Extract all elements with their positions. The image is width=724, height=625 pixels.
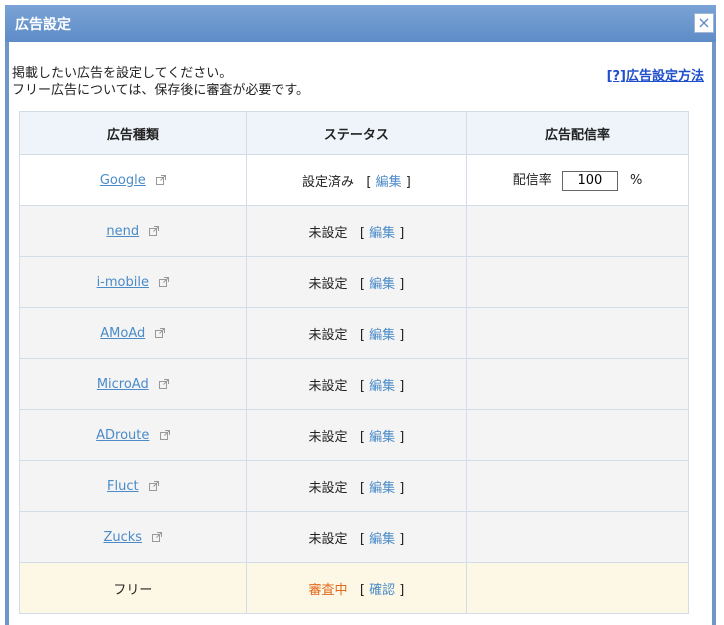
intro-text: 掲載したい広告を設定してください。 フリー広告については、保存後に審査が必要です… [12,65,309,99]
status-text: 未設定 [308,531,348,547]
ad-name-cell: nend [19,205,247,257]
ad-name-cell: ADroute [19,409,247,461]
ad-name-cell: i-mobile [19,256,247,308]
status-cell: 設定済み [ 編集 ] [245,154,468,206]
ad-link-nend[interactable]: nend [106,224,139,239]
edit-button[interactable]: 編集 [369,226,395,241]
dialog-titlebar: 広告設定 × [5,5,716,42]
close-button[interactable]: × [694,13,714,33]
status-text: 未設定 [308,276,348,292]
table-row: AMoAd 未設定 [ 編集 ] [19,307,689,359]
external-link-icon [148,481,159,491]
table-row: nend 未設定 [ 編集 ] [19,205,689,257]
status-text: 設定済み [301,174,354,190]
ad-link-zucks[interactable]: Zucks [103,530,142,545]
external-link-icon [152,532,163,542]
ad-link-i-mobile[interactable]: i-mobile [97,275,149,290]
status-text: 未設定 [308,480,348,496]
ad-settings-dialog: 広告設定 × 掲載したい広告を設定してください。 フリー広告については、保存後に… [5,5,716,625]
edit-button[interactable]: 編集 [369,379,395,394]
edit-button[interactable]: 編集 [369,328,395,343]
edit-button[interactable]: 編集 [369,481,395,496]
ad-link-google[interactable]: Google [100,173,146,188]
rate-cell [466,307,689,359]
table-row: MicroAd 未設定 [ 編集 ] [19,358,689,410]
edit-button[interactable]: 編集 [369,532,395,547]
edit-button[interactable]: 編集 [376,175,402,190]
dialog-title: 広告設定 [15,17,71,33]
ad-name-cell: MicroAd [19,358,247,410]
ad-name-cell: Fluct [19,460,247,512]
status-cell: 未設定 [ 編集 ] [245,358,468,410]
status-cell: 未設定 [ 編集 ] [245,205,468,257]
table-row: ADroute 未設定 [ 編集 ] [19,409,689,461]
ad-name-free: フリー [113,582,153,598]
rate-cell [466,358,689,410]
header-delivery-rate: 広告配信率 [466,111,689,155]
rate-cell [466,205,689,257]
ad-link-microad[interactable]: MicroAd [97,377,149,392]
rate-unit: % [630,173,643,189]
header-status: ステータス [245,111,468,155]
external-link-icon [149,226,160,236]
external-link-icon [155,328,166,338]
ad-link-fluct[interactable]: Fluct [107,479,139,494]
table-row: Fluct 未設定 [ 編集 ] [19,460,689,512]
status-cell: 未設定 [ 編集 ] [245,307,468,359]
rate-cell [466,511,689,563]
rate-cell [466,256,689,308]
external-link-icon [159,277,170,287]
rate-cell: 配信率 % [466,154,689,206]
status-cell: 未設定 [ 編集 ] [245,256,468,308]
table-row: Google 設定済み [ 編集 ] 配信率 % [19,154,689,206]
external-link-icon [155,175,166,185]
edit-button[interactable]: 編集 [369,277,395,292]
status-cell: 審査中 [ 確認 ] [245,562,468,614]
confirm-button[interactable]: 確認 [369,583,395,598]
rate-input[interactable] [561,170,618,191]
ad-name-cell: フリー [19,562,247,614]
header-ad-type: 広告種類 [19,111,247,155]
status-text: 未設定 [308,225,348,241]
status-cell: 未設定 [ 編集 ] [245,511,468,563]
status-cell: 未設定 [ 編集 ] [245,409,468,461]
table-row: i-mobile 未設定 [ 編集 ] [19,256,689,308]
ad-link-amoad[interactable]: AMoAd [100,326,145,341]
rate-label: 配信率 [512,173,552,189]
status-text: 未設定 [308,378,348,394]
external-link-icon [159,430,170,440]
ad-name-cell: AMoAd [19,307,247,359]
ad-link-adroute[interactable]: ADroute [96,428,149,443]
status-text: 未設定 [308,327,348,343]
ad-settings-table: 広告種類 ステータス 広告配信率 Google 設定済み [ 編集 ] 配信率 … [19,111,689,614]
status-cell: 未設定 [ 編集 ] [245,460,468,512]
rate-cell [466,409,689,461]
status-text: 未設定 [308,429,348,445]
rate-cell [466,460,689,512]
edit-button[interactable]: 編集 [369,430,395,445]
close-icon: × [697,13,711,32]
intro-line-1: 掲載したい広告を設定してください。 [12,66,233,81]
ad-name-cell: Google [19,154,247,206]
table-row: Zucks 未設定 [ 編集 ] [19,511,689,563]
ad-settings-help-link[interactable]: [?]広告設定方法 [607,65,704,84]
ad-name-cell: Zucks [19,511,247,563]
table-header-row: 広告種類 ステータス 広告配信率 [19,111,689,155]
intro-line-2: フリー広告については、保存後に審査が必要です。 [12,83,310,98]
rate-cell [466,562,689,614]
table-row: フリー 審査中 [ 確認 ] [19,562,689,614]
external-link-icon [158,379,169,389]
status-text-reviewing: 審査中 [308,582,348,598]
